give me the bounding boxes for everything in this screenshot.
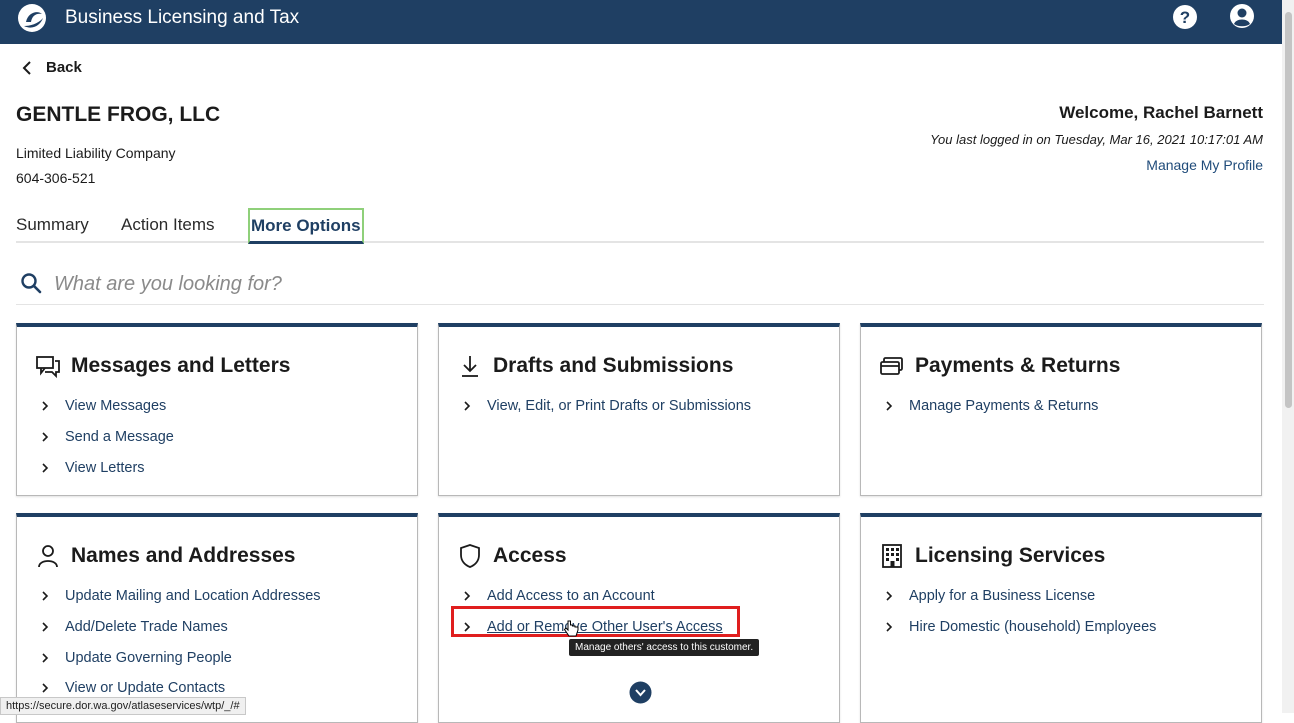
company-name: GENTLE FROG, LLC	[16, 103, 221, 126]
link-label: Manage Payments & Returns	[909, 398, 1099, 415]
tab-more-options[interactable]: More Options	[248, 208, 364, 244]
help-icon[interactable]: ?	[1172, 4, 1198, 30]
link-update-mailing-addresses[interactable]: Update Mailing and Location Addresses	[39, 581, 321, 612]
building-icon	[882, 544, 902, 568]
link-label: Send a Message	[65, 429, 174, 446]
chevron-right-icon	[42, 683, 49, 693]
card-title: Licensing Services	[915, 544, 1106, 567]
shield-icon	[460, 544, 480, 568]
tab-action-items[interactable]: Action Items	[121, 215, 215, 235]
chevron-right-icon	[464, 591, 471, 601]
app-header: Business Licensing and Tax ?	[0, 0, 1282, 44]
chevron-right-icon	[42, 401, 49, 411]
chevron-right-icon	[886, 591, 893, 601]
link-label: View Letters	[65, 459, 145, 476]
search-input[interactable]	[52, 268, 656, 300]
tab-bar: Summary Action Items More Options	[16, 208, 1264, 244]
chevron-right-icon	[464, 401, 471, 411]
card-payments-and-returns: Payments & Returns Manage Payments & Ret…	[860, 323, 1262, 496]
card-drafts-and-submissions: Drafts and Submissions View, Edit, or Pr…	[438, 323, 840, 496]
chevron-right-icon	[42, 463, 49, 473]
messages-icon	[36, 356, 60, 379]
highlight-box	[451, 606, 740, 637]
chevron-right-icon	[42, 432, 49, 442]
link-label: View, Edit, or Print Drafts or Submissio…	[487, 398, 752, 415]
svg-text:?: ?	[1180, 8, 1190, 27]
back-link[interactable]: Back	[22, 59, 82, 76]
card-title: Messages and Letters	[71, 354, 291, 377]
link-label: View Messages	[65, 398, 167, 415]
link-label: Hire Domestic (household) Employees	[909, 619, 1157, 636]
search-icon[interactable]	[20, 272, 42, 294]
tab-summary[interactable]: Summary	[16, 215, 89, 235]
link-view-messages[interactable]: View Messages	[39, 391, 174, 422]
tooltip: Manage others' access to this customer.	[569, 639, 760, 656]
company-type: Limited Liability Company	[16, 145, 176, 161]
hand-cursor-icon	[563, 620, 579, 637]
link-label: Add Access to an Account	[487, 588, 655, 605]
app-title: Business Licensing and Tax	[65, 7, 300, 28]
card-messages-and-letters: Messages and Letters View Messages Send …	[16, 323, 418, 496]
company-id: 604-306-521	[16, 170, 96, 186]
chevron-right-icon	[886, 622, 893, 632]
payments-icon	[880, 357, 903, 375]
logo-icon[interactable]	[16, 2, 48, 34]
chevron-right-icon	[42, 591, 49, 601]
link-label: Add/Delete Trade Names	[65, 619, 228, 636]
card-title: Payments & Returns	[915, 354, 1121, 377]
back-label: Back	[46, 59, 82, 76]
link-hire-domestic-employees[interactable]: Hire Domestic (household) Employees	[883, 612, 1156, 643]
link-view-letters[interactable]: View Letters	[39, 452, 174, 483]
link-label: Update Mailing and Location Addresses	[65, 588, 321, 605]
card-title: Names and Addresses	[71, 544, 296, 567]
link-label: Update Governing People	[65, 649, 232, 666]
chevron-right-icon	[42, 653, 49, 663]
card-title: Access	[493, 544, 567, 567]
link-view-edit-print-drafts[interactable]: View, Edit, or Print Drafts or Submissio…	[461, 391, 751, 422]
welcome-text: Welcome, Rachel Barnett	[1059, 103, 1263, 122]
link-add-delete-trade-names[interactable]: Add/Delete Trade Names	[39, 612, 321, 643]
download-icon	[462, 356, 478, 377]
link-label: Apply for a Business License	[909, 588, 1096, 605]
card-licensing-services: Licensing Services Apply for a Business …	[860, 513, 1262, 723]
link-label: View or Update Contacts	[65, 680, 226, 697]
link-send-message[interactable]: Send a Message	[39, 422, 174, 453]
chevron-right-icon	[886, 401, 893, 411]
manage-profile-link[interactable]: Manage My Profile	[1146, 157, 1263, 173]
last-login-text: You last logged in on Tuesday, Mar 16, 2…	[930, 132, 1263, 147]
link-update-governing-people[interactable]: Update Governing People	[39, 642, 321, 673]
status-bar-url: https://secure.dor.wa.gov/atlaseservices…	[0, 697, 246, 715]
card-title: Drafts and Submissions	[493, 354, 734, 377]
chevron-left-icon	[22, 60, 31, 75]
search-bar	[16, 266, 1264, 305]
card-names-and-addresses: Names and Addresses Update Mailing and L…	[16, 513, 418, 723]
link-manage-payments-returns[interactable]: Manage Payments & Returns	[883, 391, 1098, 422]
account-icon[interactable]	[1229, 3, 1255, 29]
person-icon	[38, 545, 58, 568]
chevron-right-icon	[42, 622, 49, 632]
expand-down-button[interactable]	[629, 681, 652, 704]
link-apply-business-license[interactable]: Apply for a Business License	[883, 581, 1156, 612]
scrollbar-thumb[interactable]	[1285, 12, 1292, 408]
